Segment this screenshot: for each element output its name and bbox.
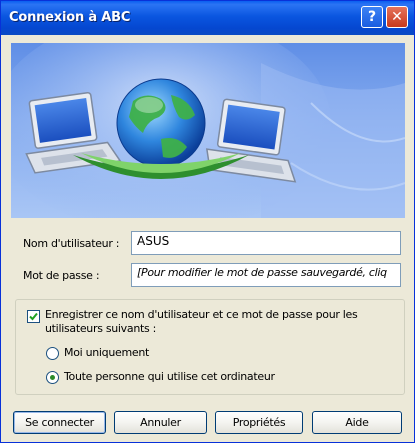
- radio-everyone[interactable]: [46, 371, 59, 384]
- window-title: Connexion à ABC: [9, 10, 131, 25]
- radio-everyone-label: Toute personne qui utilise cet ordinateu…: [64, 370, 275, 383]
- help-action-button[interactable]: Aide: [312, 411, 402, 434]
- radio-me-only-label: Moi uniquement: [64, 346, 150, 359]
- connect-button[interactable]: Se connecter: [13, 411, 106, 434]
- save-credentials-label: Enregistrer ce nom d'utilisateur et ce m…: [45, 308, 358, 335]
- close-icon: ✕: [391, 9, 403, 25]
- password-label: Mot de passe :: [23, 269, 100, 282]
- username-label: Nom d'utilisateur :: [23, 237, 120, 250]
- help-button[interactable]: ?: [361, 6, 383, 28]
- save-credentials-checkbox[interactable]: [27, 310, 40, 323]
- username-input[interactable]: ASUS: [131, 231, 401, 255]
- properties-button[interactable]: Propriétés: [215, 411, 303, 434]
- cancel-button[interactable]: Annuler: [114, 411, 207, 434]
- checkmark-icon: [29, 312, 38, 321]
- title-bar[interactable]: Connexion à ABC ? ✕: [1, 1, 414, 35]
- connection-dialog: Connexion à ABC ? ✕ Nom d'utilisateur: …: [0, 0, 415, 443]
- close-button[interactable]: ✕: [386, 6, 408, 28]
- network-banner-image: [11, 43, 405, 218]
- password-input[interactable]: [Pour modifier le mot de passe sauvegard…: [131, 263, 401, 287]
- question-mark-icon: ?: [367, 9, 377, 25]
- network-globe-icon: [11, 43, 405, 218]
- radio-selected-dot: [50, 375, 55, 380]
- radio-me-only[interactable]: [46, 347, 59, 360]
